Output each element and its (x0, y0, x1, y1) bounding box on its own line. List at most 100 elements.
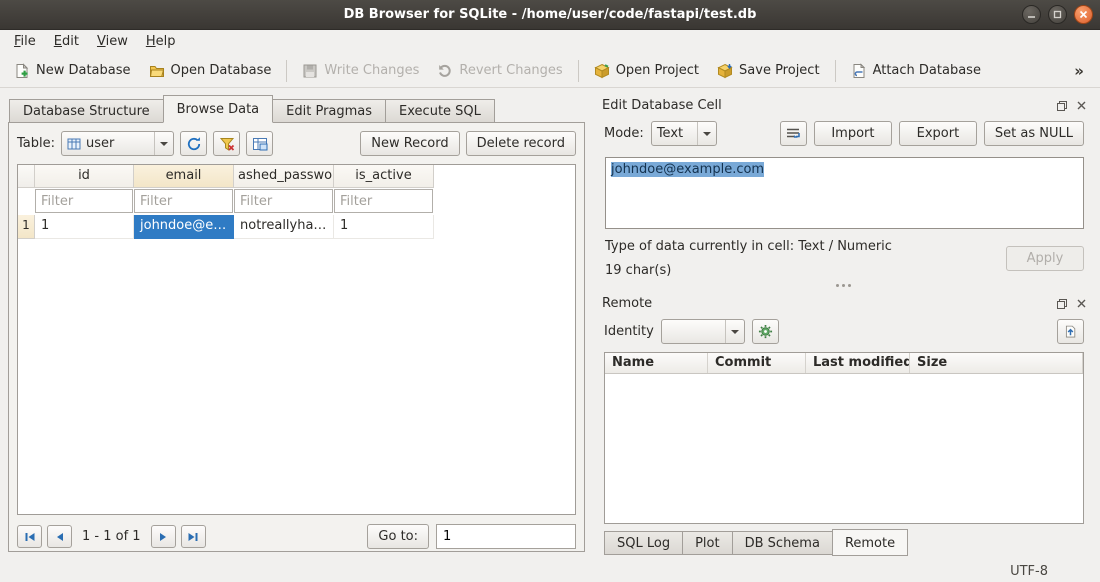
tab-execute-sql[interactable]: Execute SQL (385, 99, 495, 123)
previous-record-button[interactable] (47, 525, 72, 548)
set-as-null-button[interactable]: Set as NULL (984, 121, 1084, 146)
tab-edit-pragmas[interactable]: Edit Pragmas (272, 99, 386, 123)
remote-column-last-modified[interactable]: Last modified (806, 353, 910, 373)
word-wrap-button[interactable] (780, 121, 807, 146)
float-dock-icon[interactable] (1054, 296, 1070, 312)
grid-corner (18, 165, 35, 188)
identity-settings-button[interactable] (752, 319, 779, 344)
next-record-button[interactable] (151, 525, 176, 548)
tab-browse-data[interactable]: Browse Data (163, 95, 274, 123)
window-title: DB Browser for SQLite - /home/user/code/… (0, 7, 1100, 22)
goto-button[interactable]: Go to: (367, 524, 429, 549)
tab-db-schema[interactable]: DB Schema (732, 531, 833, 555)
apply-button[interactable]: Apply (1006, 246, 1084, 271)
cell-id[interactable]: 1 (35, 215, 134, 239)
toolbar-label: Revert Changes (459, 63, 562, 78)
table-select[interactable]: user (61, 131, 174, 156)
save-project-icon (717, 63, 733, 79)
first-record-button[interactable] (17, 525, 42, 548)
browse-data-panel: Table: user (8, 122, 585, 552)
filter-input-id[interactable] (35, 189, 133, 213)
first-record-icon (24, 531, 36, 543)
row-number[interactable]: 1 (18, 215, 35, 239)
delete-record-button[interactable]: Delete record (466, 131, 576, 156)
record-navigation: 1 - 1 of 1 Go to: (9, 515, 584, 551)
import-button[interactable]: Import (814, 121, 892, 146)
remote-column-commit[interactable]: Commit (708, 353, 806, 373)
chevron-down-icon (725, 320, 739, 343)
save-results-button[interactable] (246, 131, 273, 156)
remote-identity-row: Identity (595, 314, 1092, 348)
new-record-button[interactable]: New Record (360, 131, 459, 156)
cell-hashed-password[interactable]: notreallyha… (234, 215, 334, 239)
app-window: DB Browser for SQLite - /home/user/code/… (0, 0, 1100, 582)
edit-cell-title: Edit Database Cell (602, 98, 1051, 113)
status-bar: UTF-8 (0, 560, 1100, 582)
cell-info: Type of data currently in cell: Text / N… (595, 229, 1092, 278)
identity-select[interactable] (661, 319, 745, 344)
menu-view[interactable]: View (88, 30, 137, 54)
close-dock-icon[interactable] (1073, 296, 1089, 312)
maximize-icon[interactable] (1048, 5, 1067, 24)
column-header-id[interactable]: id (35, 165, 134, 188)
mode-select-value: Text (657, 126, 683, 141)
open-project-icon (594, 63, 610, 79)
toolbar-overflow-button[interactable]: » (1064, 60, 1094, 82)
cell-editor-selected-text: johndoe@example.com (611, 162, 764, 177)
menu-help[interactable]: Help (137, 30, 185, 54)
cell-char-count: 19 char(s) (605, 263, 1006, 278)
grid-empty-area (18, 239, 575, 514)
filter-input-email[interactable] (134, 189, 233, 213)
refresh-button[interactable] (180, 131, 207, 156)
cell-email-selected[interactable]: johndoe@e… (134, 215, 234, 239)
attach-database-button[interactable]: Attach Database (843, 58, 989, 84)
upload-icon (1063, 324, 1078, 339)
minimize-icon[interactable] (1022, 5, 1041, 24)
splitter-handle[interactable] (595, 278, 1092, 293)
tab-sql-log[interactable]: SQL Log (604, 531, 683, 555)
column-header-is-active[interactable]: is_active (334, 165, 434, 188)
upload-database-button[interactable] (1057, 319, 1084, 344)
remote-dock-titlebar: Remote (595, 293, 1092, 314)
goto-input[interactable] (436, 524, 576, 549)
remote-column-size[interactable]: Size (910, 353, 1083, 373)
tab-remote[interactable]: Remote (832, 529, 908, 556)
menu-file[interactable]: File (5, 30, 45, 54)
new-database-button[interactable]: New Database (6, 58, 139, 84)
close-dock-icon[interactable] (1073, 98, 1089, 114)
record-range-label: 1 - 1 of 1 (77, 529, 146, 544)
menu-edit[interactable]: Edit (45, 30, 88, 54)
export-button[interactable]: Export (899, 121, 977, 146)
table-icon (67, 137, 81, 151)
mode-select[interactable]: Text (651, 121, 717, 146)
encoding-label: UTF-8 (1010, 564, 1048, 579)
close-icon[interactable] (1074, 5, 1093, 24)
column-header-email[interactable]: email (134, 165, 234, 188)
toolbar-separator (835, 60, 836, 82)
open-project-button[interactable]: Open Project (586, 58, 707, 84)
column-header-hashed-password[interactable]: ashed_passwor (234, 165, 334, 188)
tab-plot[interactable]: Plot (682, 531, 733, 555)
chevron-down-icon (697, 122, 711, 145)
word-wrap-icon (785, 126, 801, 142)
open-database-icon (149, 63, 165, 79)
filter-input-is-active[interactable] (334, 189, 433, 213)
menu-bar: File Edit View Help (0, 30, 1100, 54)
revert-changes-button[interactable]: Revert Changes (429, 58, 570, 84)
remote-column-name[interactable]: Name (605, 353, 708, 373)
toolbar-label: Attach Database (873, 63, 981, 78)
clear-filters-button[interactable] (213, 131, 240, 156)
filter-input-hashed-password[interactable] (234, 189, 333, 213)
open-database-button[interactable]: Open Database (141, 58, 280, 84)
remote-title: Remote (602, 296, 1051, 311)
cell-is-active[interactable]: 1 (334, 215, 434, 239)
tab-database-structure[interactable]: Database Structure (9, 99, 164, 123)
cell-editor[interactable]: johndoe@example.com (605, 157, 1084, 229)
save-project-button[interactable]: Save Project (709, 58, 828, 84)
write-changes-button[interactable]: Write Changes (294, 58, 427, 84)
last-record-button[interactable] (181, 525, 206, 548)
filter-corner (18, 188, 35, 215)
left-panel: Database Structure Browse Data Edit Prag… (8, 95, 585, 560)
float-dock-icon[interactable] (1054, 98, 1070, 114)
browse-controls: Table: user (9, 123, 584, 162)
